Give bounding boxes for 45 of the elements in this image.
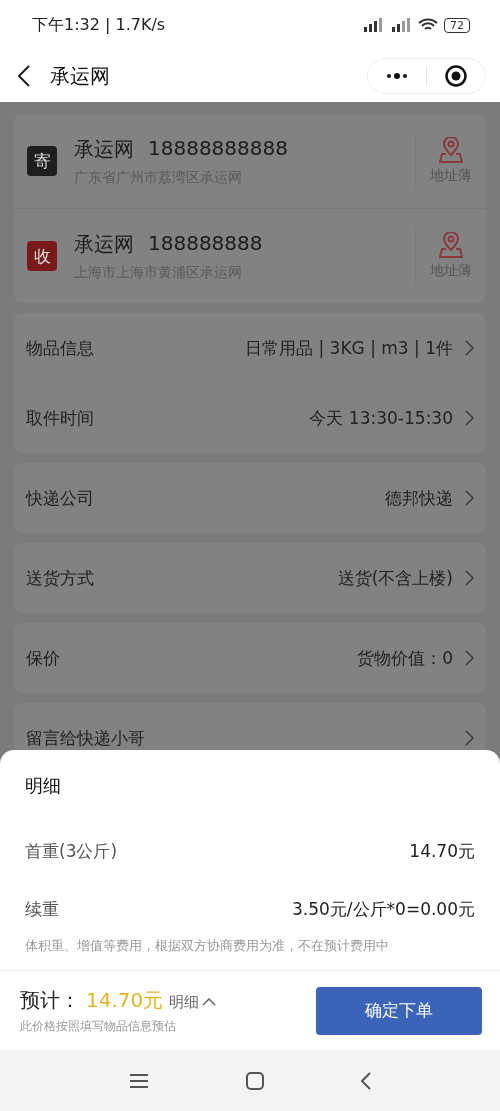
estimate-label: 预计： (20, 986, 80, 1014)
fee-value: 14.70元 (409, 839, 475, 863)
home-icon[interactable] (246, 1071, 264, 1090)
page-title: 承运网 (50, 62, 111, 90)
sheet-title: 明细 (24, 774, 62, 798)
chevron-right-icon (465, 570, 474, 586)
wifi-icon (418, 18, 438, 32)
form-value[interactable]: 货物价值：0 (357, 646, 453, 670)
fee-label: 续重 (25, 897, 59, 921)
form-label: 快递公司 (26, 486, 95, 510)
contact-phone: 18888888888 (148, 135, 288, 162)
submit-button[interactable]: 确定下单 (316, 986, 482, 1035)
signal-icon (362, 18, 384, 32)
chevron-right-icon (465, 650, 474, 666)
contact-badge: 寄 (27, 146, 57, 176)
battery-level: 72 (444, 17, 470, 33)
form-label: 保价 (26, 646, 61, 670)
estimate-amount: 14.70元 (86, 986, 164, 1014)
form-label: 取件时间 (26, 406, 95, 430)
contact-badge: 收 (27, 241, 57, 271)
chevron-right-icon (465, 490, 474, 506)
contact-name: 承运网 (74, 135, 134, 163)
form-label: 送货方式 (26, 566, 95, 590)
contact-phone: 188888888 (148, 230, 263, 257)
fee-label: 首重(3公斤) (25, 839, 118, 863)
chevron-right-icon (465, 340, 474, 356)
detail-toggle[interactable]: 明细 (169, 992, 217, 1012)
signal-icon (390, 18, 412, 32)
form-value[interactable]: 今天 13:30-15:30 (309, 406, 453, 430)
form-value[interactable]: 日常用品 | 3KG | m3 | 1件 (245, 336, 453, 360)
form-value[interactable]: 送货(不含上楼) (337, 566, 453, 590)
fee-note: 体积重、增值等费用，根据双方协商费用为准，不在预计费用中 (24, 938, 390, 955)
fee-value: 3.50元/公斤*0=0.00元 (292, 897, 475, 921)
contact-name: 承运网 (74, 230, 134, 258)
form-value[interactable]: 德邦快递 (385, 486, 453, 510)
back-icon[interactable] (361, 1071, 372, 1090)
chevron-right-icon (465, 410, 474, 426)
status-time: 下午1:32 | 1.7K/s (32, 14, 166, 36)
menu-icon[interactable] (128, 1072, 149, 1089)
chevron-up-icon (202, 998, 217, 1006)
back-icon[interactable] (18, 65, 30, 87)
form-label: 留言给快递小哥 (26, 726, 146, 750)
estimate-hint: 此价格按照填写物品信息预估 (20, 1017, 177, 1035)
chevron-right-icon (465, 730, 474, 746)
form-label: 物品信息 (26, 336, 95, 360)
